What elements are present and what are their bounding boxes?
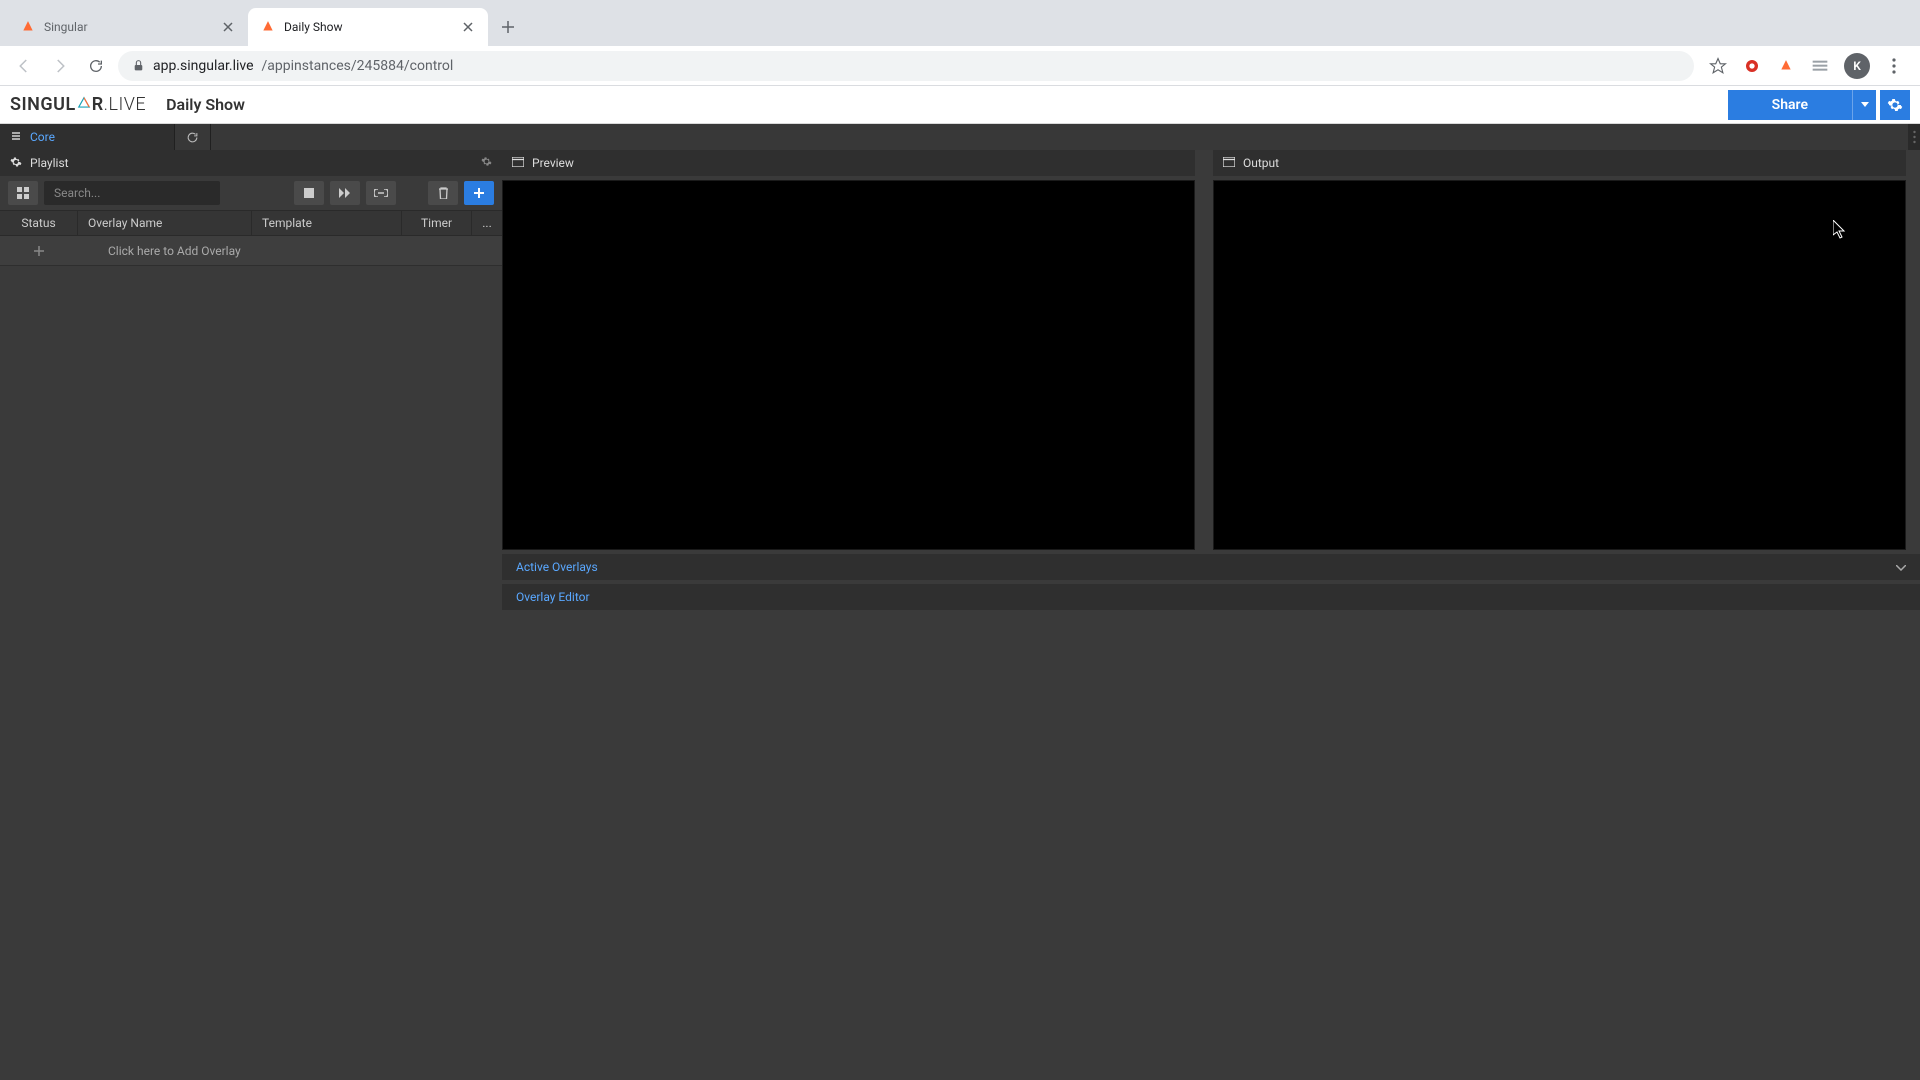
column-status[interactable]: Status [0,211,78,235]
left-panel: Playlist [0,150,502,1080]
refresh-icon [186,131,199,144]
lock-icon [132,59,145,72]
playlist-header: Playlist [0,150,502,176]
share-button[interactable]: Share [1728,90,1852,120]
output-label: Output [1243,156,1279,170]
gear-icon[interactable] [481,156,492,170]
brand-text: .LIVE [104,94,146,115]
tab-strip: Singular Daily Show [0,0,1920,46]
add-overlay-row[interactable]: Click here to Add Overlay [0,236,502,266]
avatar[interactable]: K [1844,53,1870,79]
stop-icon [304,188,314,198]
brand-text: R [92,94,104,115]
brand-logo[interactable]: SINGUL R.LIVE [10,94,146,115]
extension-icon[interactable] [1810,56,1830,76]
active-overlays-header[interactable]: Active Overlays [502,554,1920,580]
close-icon[interactable] [460,19,476,35]
browser-tab-daily-show[interactable]: Daily Show [248,8,488,46]
core-chip[interactable]: Core [0,124,175,150]
play-next-button[interactable] [330,181,360,205]
active-overlays-label: Active Overlays [516,560,598,574]
chevron-down-icon [1896,560,1906,574]
playlist-title: Playlist [30,156,69,170]
back-button[interactable] [10,52,38,80]
trash-icon [438,187,449,199]
link-icon [374,189,388,197]
chevron-down-icon [1861,102,1869,108]
column-template[interactable]: Template [252,211,402,235]
brand-text: SINGUL [10,94,76,115]
overlay-editor-label: Overlay Editor [516,590,590,604]
stack-icon [10,130,22,145]
search-input[interactable] [44,181,220,205]
output-canvas[interactable] [1213,180,1906,550]
settings-button[interactable] [1880,90,1910,120]
url-path: /appinstances/245884/control [262,58,454,74]
reload-button[interactable] [82,52,110,80]
browser-tab-singular[interactable]: Singular [8,8,248,46]
forward-button[interactable] [46,52,74,80]
core-label: Core [30,130,55,144]
preview-header: Preview [502,150,1195,176]
tab-title: Daily Show [284,20,452,34]
browser-toolbar: app.singular.live/appinstances/245884/co… [0,46,1920,86]
playlist-toolbar [0,176,502,210]
play-next-icon [339,188,351,198]
overlay-editor-area [502,610,1920,1080]
plus-icon [0,246,78,256]
chrome-menu-icon[interactable] [1884,56,1904,76]
browser-chrome: Singular Daily Show [0,0,1920,86]
preview-canvas[interactable] [502,180,1195,550]
add-overlay-text: Click here to Add Overlay [78,244,241,258]
gear-icon [1887,97,1903,113]
close-icon[interactable] [220,19,236,35]
window-icon [512,156,524,170]
preview-label: Preview [532,156,574,170]
panel-menu-handle[interactable] [1908,124,1920,150]
url-bar[interactable]: app.singular.live/appinstances/245884/co… [118,51,1694,81]
link-button[interactable] [366,181,396,205]
singular-favicon-icon [20,19,36,35]
add-overlay-button[interactable] [464,181,494,205]
extension-icons: K [1702,53,1910,79]
show-name: Daily Show [166,95,245,114]
plus-icon [473,187,485,199]
app-header: SINGUL R.LIVE Daily Show Share [0,86,1920,124]
window-icon [1223,156,1235,170]
url-host: app.singular.live [153,58,254,74]
column-timer[interactable]: Timer [402,211,472,235]
brand-triangle-icon [77,94,91,115]
preview-output-row: Preview Output [502,150,1920,550]
output-panel: Output [1213,150,1906,550]
playlist-table-header: Status Overlay Name Template Timer ... [0,210,502,236]
star-icon[interactable] [1708,56,1728,76]
grid-icon [17,187,29,199]
column-more[interactable]: ... [472,211,502,235]
preview-panel: Preview [502,150,1195,550]
gear-icon [10,156,22,171]
singular-favicon-icon [260,19,276,35]
extension-icon[interactable] [1776,56,1796,76]
new-tab-button[interactable] [494,13,522,41]
delete-button[interactable] [428,181,458,205]
output-header: Output [1213,150,1906,176]
share-dropdown-button[interactable] [1852,90,1876,120]
extension-icon[interactable] [1742,56,1762,76]
refresh-button[interactable] [175,124,211,150]
grid-view-button[interactable] [8,181,38,205]
sub-bar: Core [0,124,1920,150]
vertical-dots-icon [1913,130,1916,144]
overlay-editor-header[interactable]: Overlay Editor [502,584,1920,610]
column-overlay-name[interactable]: Overlay Name [78,211,252,235]
stop-button[interactable] [294,181,324,205]
app-body: Playlist [0,150,1920,1080]
tab-title: Singular [44,20,212,34]
right-area: Preview Output Active Overlays O [502,150,1920,1080]
